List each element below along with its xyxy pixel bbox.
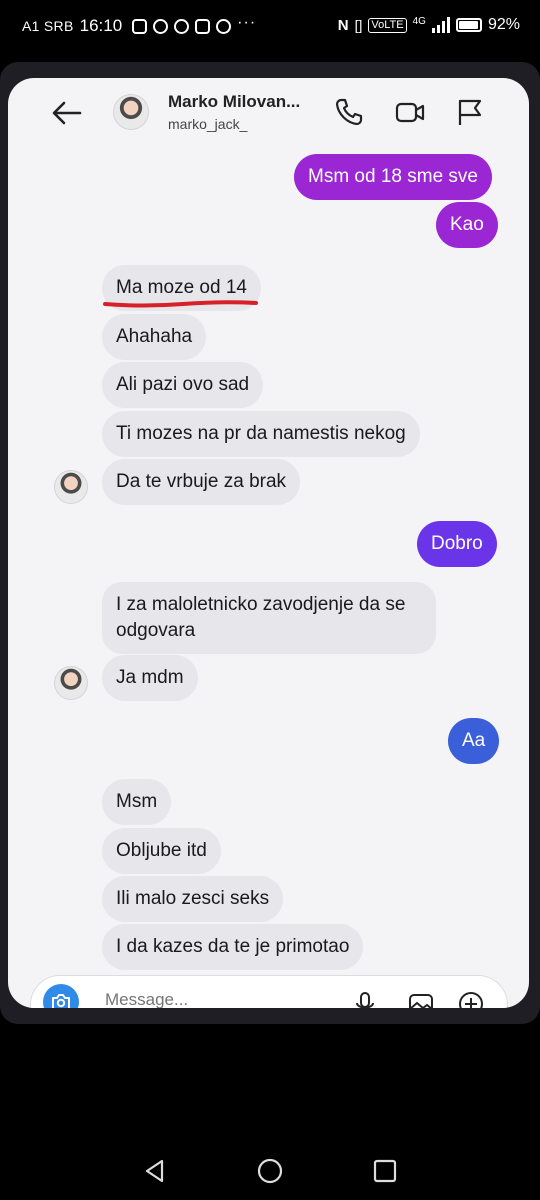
carrier-label: A1 SRB <box>22 18 74 34</box>
volte-badge: VoLTE <box>368 17 407 33</box>
phone-icon[interactable] <box>333 96 365 128</box>
flag-icon[interactable] <box>454 96 486 128</box>
microphone-icon[interactable] <box>351 990 379 1008</box>
notification-icon <box>153 18 169 34</box>
circle-home-icon[interactable] <box>257 1158 283 1184</box>
network-type: 4G <box>412 15 426 27</box>
sender-avatar[interactable] <box>54 470 88 504</box>
clock: 16:10 <box>79 16 123 35</box>
message-incoming[interactable]: I za maloletnicko zavodjenje da se odgov… <box>102 582 436 654</box>
back-button[interactable] <box>50 96 84 130</box>
message-incoming[interactable]: Ti mozes na pr da namestis nekog <box>102 411 420 457</box>
message-outgoing[interactable]: Dobro <box>417 521 497 567</box>
chat-header: Marko Milovan... marko_jack_ <box>8 78 529 150</box>
message-incoming[interactable]: Obljube itd <box>102 828 221 874</box>
message-incoming[interactable]: Ja mdm <box>102 655 198 701</box>
avatar[interactable] <box>113 94 149 130</box>
battery-icon <box>455 18 482 32</box>
message-composer <box>30 975 508 1008</box>
message-outgoing[interactable]: Aa <box>448 718 500 764</box>
message-incoming[interactable]: Ali pazi ovo sad <box>102 362 264 408</box>
signal-icon <box>431 17 450 33</box>
message-incoming[interactable]: I da kazes da te je primotao <box>102 924 364 970</box>
battery-percent: 92% <box>487 16 520 33</box>
status-bar: A1 SRB 16:10 ··· N [] VoLTE 4G 92% <box>0 0 540 52</box>
facebook-notification-icon <box>216 18 232 34</box>
camera-button[interactable] <box>43 984 79 1008</box>
messenger-notification-icon <box>195 18 211 34</box>
contact-name[interactable]: Marko Milovan... <box>168 92 300 112</box>
message-incoming[interactable]: Msm <box>102 779 172 825</box>
plus-circle-icon[interactable] <box>457 990 485 1008</box>
facebook-notification-icon <box>174 18 190 34</box>
contact-username[interactable]: marko_jack_ <box>168 116 247 132</box>
chat-screen: Marko Milovan... marko_jack_ Msm od 18 s… <box>8 78 529 1008</box>
instagram-notification-icon <box>132 18 148 34</box>
nfc-icon: N <box>337 16 349 34</box>
sender-avatar[interactable] <box>54 666 88 700</box>
square-recents-icon[interactable] <box>372 1158 398 1184</box>
more-notifications-icon: ··· <box>237 14 257 31</box>
video-camera-icon[interactable] <box>394 96 426 128</box>
message-incoming[interactable]: Da te vrbuje za brak <box>102 459 301 505</box>
message-incoming[interactable]: Ahahaha <box>102 314 207 360</box>
image-icon[interactable] <box>407 990 435 1008</box>
message-input[interactable] <box>105 990 305 1008</box>
message-outgoing[interactable]: Msm od 18 sme sve <box>294 154 492 200</box>
message-incoming[interactable]: Ili malo zesci seks <box>102 876 284 922</box>
triangle-back-icon[interactable] <box>142 1158 168 1184</box>
vibrate-icon: [] <box>354 17 363 33</box>
red-underline-annotation <box>103 300 258 308</box>
message-outgoing[interactable]: Kao <box>436 202 498 248</box>
navigation-bar <box>0 1140 540 1200</box>
camera-icon <box>52 994 70 1008</box>
